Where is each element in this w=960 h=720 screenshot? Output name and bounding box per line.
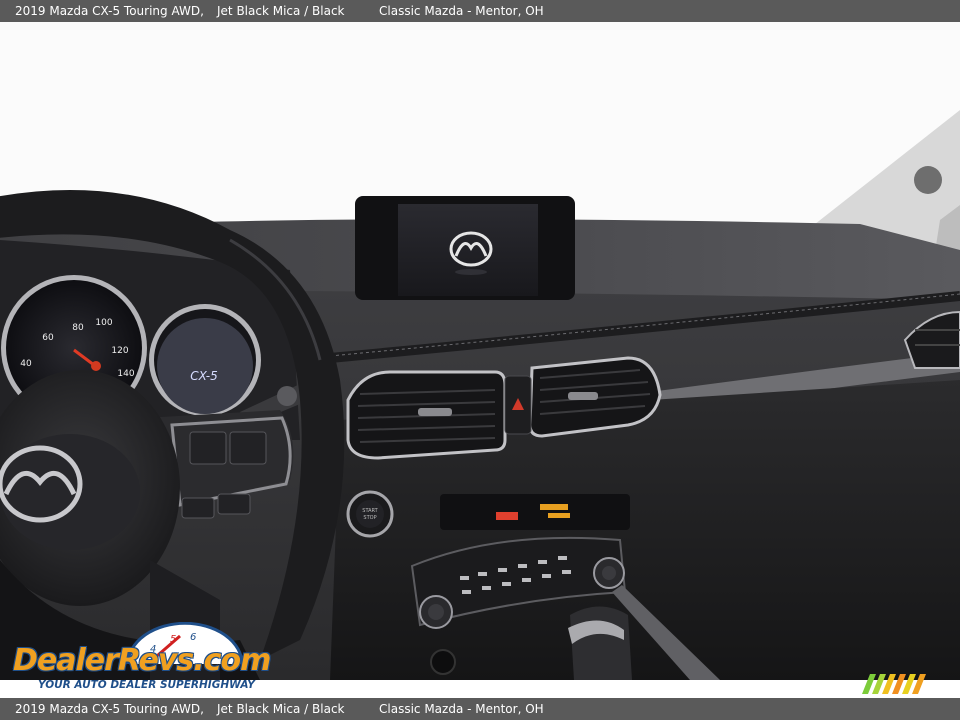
dashboard-photo: START STOP 40 60 80 100 120 140 CX-5 <box>0 22 960 680</box>
dealerrevs-watermark: 4 5 6 DealerRevs.com YOUR AUTO DEALER SU… <box>10 622 271 694</box>
svg-text:60: 60 <box>42 333 54 343</box>
vehicle-title: 2019 Mazda CX-5 Touring AWD, <box>15 702 204 716</box>
watermark-tagline: YOUR AUTO DEALER SUPERHIGHWAY <box>38 679 255 691</box>
dealer-name: Classic Mazda - Mentor, OH <box>379 702 544 716</box>
svg-text:140: 140 <box>117 369 134 379</box>
top-caption-bar: 2019 Mazda CX-5 Touring AWD, Jet Black M… <box>0 0 960 22</box>
svg-text:CX-5: CX-5 <box>190 369 217 383</box>
vehicle-color: Jet Black Mica / Black <box>217 702 345 716</box>
svg-text:STOP: STOP <box>363 515 376 521</box>
vehicle-title: 2019 Mazda CX-5 Touring AWD, <box>15 4 204 18</box>
watermark-brand: DealerRevs.com <box>13 643 271 678</box>
svg-text:100: 100 <box>95 318 112 328</box>
svg-text:START: START <box>362 508 378 514</box>
svg-text:80: 80 <box>72 323 84 333</box>
vehicle-color: Jet Black Mica / Black <box>217 4 345 18</box>
svg-text:40: 40 <box>20 359 32 369</box>
stripes-logo-icon <box>862 674 926 694</box>
svg-text:6: 6 <box>190 632 196 643</box>
bottom-caption-bar: 2019 Mazda CX-5 Touring AWD, Jet Black M… <box>0 698 960 720</box>
svg-text:120: 120 <box>111 346 128 356</box>
dealer-name: Classic Mazda - Mentor, OH <box>379 4 544 18</box>
